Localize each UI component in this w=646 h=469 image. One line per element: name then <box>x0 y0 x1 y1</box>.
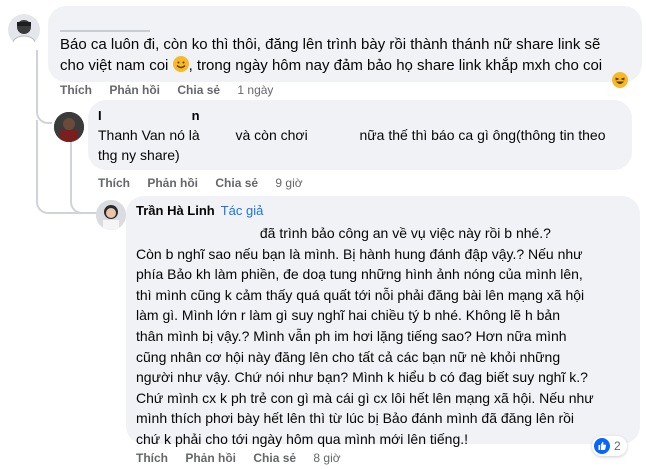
commenter-name[interactable]: Trần Hà Linh Tác giả <box>136 203 630 221</box>
reply-button[interactable]: Phản hồi <box>147 176 198 190</box>
comment-text: Báo ca luôn đi, còn ko thì thôi, đăng lê… <box>60 36 603 74</box>
share-button[interactable]: Chia sẻ <box>253 451 296 465</box>
comment-text: đã trình bảo công an về vụ việc này rồi … <box>136 225 594 447</box>
redacted-text <box>136 226 256 238</box>
comment-actions: Thích Phản hồi Chia sẻ 1 ngày <box>60 83 273 97</box>
like-button[interactable]: Thích <box>136 451 168 465</box>
comment-actions: Thích Phản hồi Chia sẻ 9 giờ <box>98 176 303 190</box>
laughing-emoji <box>612 72 628 88</box>
commenter-name[interactable]: In <box>98 108 622 124</box>
reaction-count: 2 <box>614 439 621 453</box>
reaction-summary[interactable]: 2 <box>592 436 627 456</box>
author-avatar[interactable] <box>96 200 126 230</box>
redacted-name <box>60 14 150 32</box>
redacted-text <box>203 128 232 140</box>
share-button[interactable]: Chia sẻ <box>215 176 258 190</box>
reply-button[interactable]: Phản hồi <box>109 83 160 97</box>
user-avatar[interactable] <box>8 14 40 46</box>
author-badge: Tác giả <box>220 203 264 218</box>
comment-bubble: In Thanh Van nó là và còn chơi nữa thế t… <box>88 100 632 170</box>
comment-bubble: Trần Hà Linh Tác giả đã trình bảo công an… <box>126 196 640 447</box>
comment-bubble: Báo ca luôn đi, còn ko thì thôi, đăng lê… <box>48 6 642 82</box>
redacted-name <box>101 110 192 120</box>
comment-time[interactable]: 8 giờ <box>313 451 340 465</box>
user-avatar[interactable] <box>54 112 84 142</box>
comment-time[interactable]: 9 giờ <box>275 176 302 190</box>
reply-button[interactable]: Phản hồi <box>185 451 236 465</box>
comment-time[interactable]: 1 ngày <box>237 83 273 97</box>
like-button[interactable]: Thích <box>60 83 92 97</box>
like-button[interactable]: Thích <box>98 176 130 190</box>
like-reaction-icon <box>594 438 610 454</box>
comment-actions: Thích Phản hồi Chia sẻ 8 giờ <box>136 451 341 465</box>
share-button[interactable]: Chia sẻ <box>177 83 220 97</box>
comment-text: Thanh Van nó là và còn chơi nữa thế thì … <box>98 127 606 163</box>
commenter-name[interactable] <box>60 14 630 32</box>
redacted-text <box>311 128 356 140</box>
smile-emoji <box>172 56 189 72</box>
